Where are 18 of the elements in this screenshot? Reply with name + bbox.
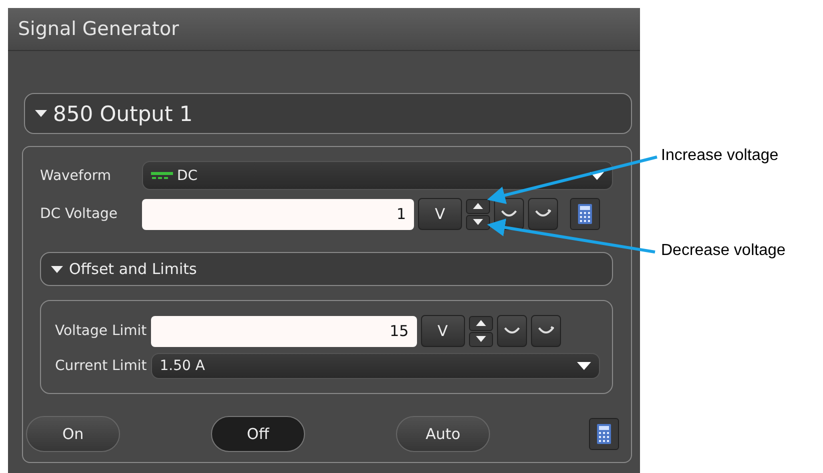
unit-button[interactable]: V: [418, 198, 462, 230]
unit-button[interactable]: V: [420, 315, 465, 347]
mode-button[interactable]: Off: [211, 416, 305, 452]
current-limit-dropdown[interactable]: 1.50 A: [150, 353, 600, 379]
voltage-limit-field[interactable]: 15: [150, 316, 417, 346]
field-label: Voltage Limit: [55, 323, 147, 339]
window-title: Signal Generator: [18, 18, 179, 40]
field-label: Waveform: [40, 168, 112, 184]
dc-voltage-field[interactable]: 1: [142, 198, 414, 230]
waveform-dropdown[interactable]: DC: [142, 161, 613, 190]
field-label: DC Voltage: [40, 206, 119, 222]
callout-label: Increase voltage: [661, 147, 778, 165]
output-section-header[interactable]: 850 Output 1: [24, 93, 632, 134]
callout-label: Decrease voltage: [661, 242, 786, 260]
mode-button[interactable]: On: [26, 416, 120, 452]
field-label: Current Limit: [55, 358, 147, 374]
mode-button[interactable]: Auto: [396, 416, 490, 452]
offset-section-header[interactable]: Offset and Limits: [40, 252, 613, 286]
